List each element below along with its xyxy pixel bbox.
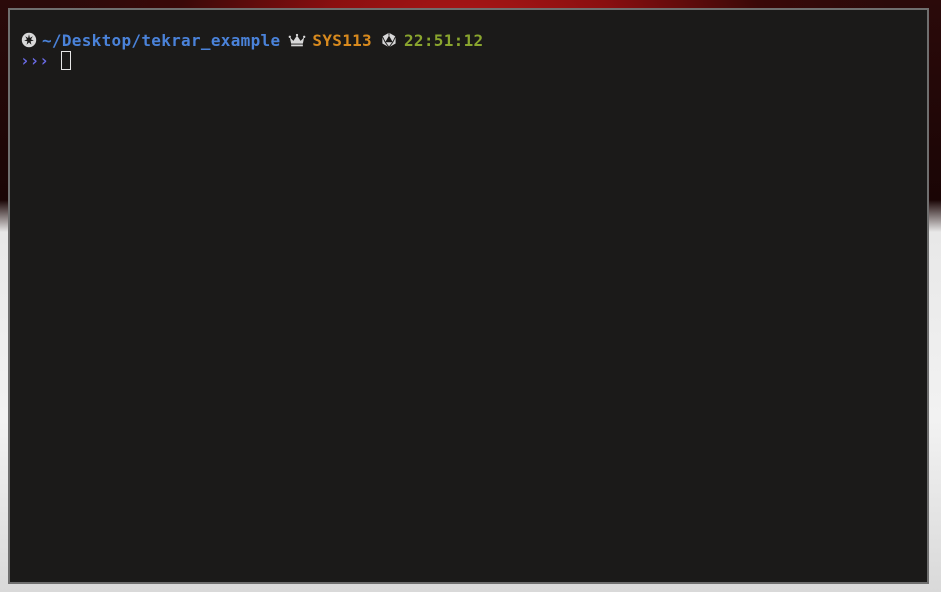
crown-icon — [288, 31, 306, 49]
rebel-alliance-icon — [20, 31, 38, 49]
hostname: SYS113 — [312, 30, 372, 50]
clock-time: 22:51:12 — [404, 30, 484, 50]
d20-dice-icon — [380, 31, 398, 49]
prompt-line: ~/Desktop/tekrar_example SYS113 22:51:12 — [20, 30, 483, 50]
current-directory: ~/Desktop/tekrar_example — [42, 30, 281, 50]
prompt-symbol: ››› — [20, 50, 49, 70]
command-input-line[interactable]: ››› — [20, 50, 71, 70]
terminal-window[interactable]: ~/Desktop/tekrar_example SYS113 22:51:12… — [8, 8, 929, 584]
terminal-cursor — [60, 50, 71, 70]
